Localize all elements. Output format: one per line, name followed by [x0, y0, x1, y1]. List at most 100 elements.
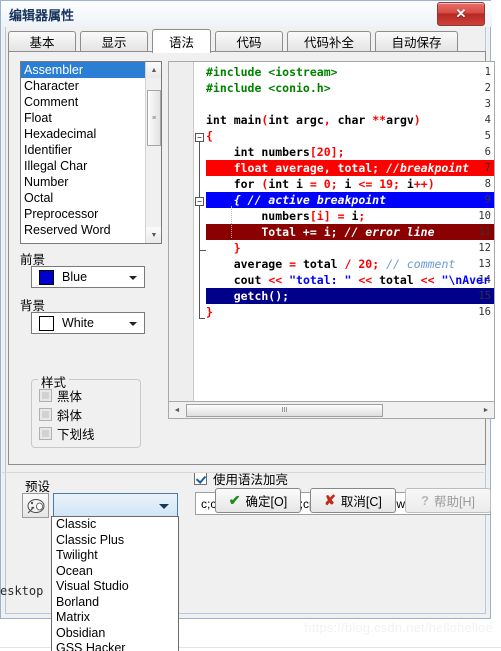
help-button[interactable]: ? 帮助[H] [405, 488, 491, 513]
close-button[interactable]: ✕ [437, 2, 485, 26]
attr-item-reserved-word[interactable]: Reserved Word [21, 222, 161, 238]
line-number: 16 [478, 306, 491, 318]
code-line-15: getch(); [206, 289, 290, 303]
preset-option-classic[interactable]: Classic [52, 517, 178, 533]
tab-display[interactable]: 显示 [80, 31, 148, 51]
checkbox-bold[interactable]: 黑体 [39, 386, 82, 405]
line-number: 6 [484, 146, 491, 158]
cross-icon: ✘ [324, 492, 336, 508]
foreground-combo[interactable]: Blue [31, 266, 145, 288]
ok-button[interactable]: ✔ 确定[O] [215, 488, 301, 513]
checkbox-label: 斜体 [57, 409, 83, 423]
attribute-list-scrollbar[interactable]: ▲ ≡ ▼ [145, 62, 161, 243]
cancel-button[interactable]: ✘ 取消[C] [310, 488, 396, 513]
checkbox-label: 下划线 [57, 428, 95, 442]
code-line-1: #include <iostream> [206, 65, 338, 79]
checkbox-italic[interactable]: 斜体 [39, 405, 82, 424]
tab-label: 基本 [29, 36, 55, 50]
editor-horizontal-scrollbar[interactable]: ◄ III ► [168, 402, 495, 419]
desktop-text: esktop [0, 584, 44, 598]
dialog-button-bar: ✔ 确定[O] ✘ 取消[C] ? 帮助[H] [2, 472, 491, 515]
tab-strip: 基本 显示 语法 代码 代码补全 自动保存 [8, 29, 486, 53]
attribute-list[interactable]: Assembler Character Comment Float Hexade… [20, 61, 162, 244]
watermark: https://blog.csdn.net/hellohelloe [304, 620, 493, 635]
checkbox-label: 黑体 [57, 390, 83, 404]
background-color-swatch [39, 315, 54, 331]
scroll-down-arrow-icon[interactable]: ▼ [146, 227, 161, 243]
scroll-up-arrow-icon[interactable]: ▲ [146, 62, 161, 78]
code-line-4: int main(int argc, char **argv) [206, 113, 421, 127]
line-number: 3 [484, 98, 491, 110]
tab-label: 自动保存 [391, 36, 442, 50]
line-number: 5 [484, 130, 491, 142]
background-combo[interactable]: White [31, 312, 145, 334]
attr-item-float[interactable]: Float [21, 110, 161, 126]
attr-item-identifier[interactable]: Identifier [21, 142, 161, 158]
foreground-value: Blue [62, 270, 88, 284]
checkbox-underline[interactable]: 下划线 [39, 424, 95, 443]
preset-option-twilight[interactable]: Twilight [52, 548, 178, 564]
checkbox-icon [39, 389, 52, 402]
line-number: 2 [484, 82, 491, 94]
scroll-left-arrow-icon[interactable]: ◄ [169, 403, 185, 418]
fold-guide [199, 142, 200, 318]
code-line-10: numbers[i] = i; [206, 209, 366, 223]
cancel-button-label: 取消[C] [340, 495, 382, 509]
tab-autocomplete[interactable]: 代码补全 [287, 31, 371, 51]
fold-column [194, 62, 206, 401]
question-icon: ? [421, 493, 429, 508]
line-number: 12 [478, 242, 491, 254]
preset-option-obsidian[interactable]: Obsidian [52, 626, 178, 642]
attr-item-number[interactable]: Number [21, 174, 161, 190]
code-line-11: Total += i; // error line [206, 225, 435, 239]
code-line-7: float average, total; //breakpoint [206, 161, 470, 175]
check-icon: ✔ [228, 492, 241, 508]
title-bar: 编辑器属性 ✕ [1, 1, 492, 27]
line-number-gutter [169, 62, 194, 401]
code-line-2: #include <conio.h> [206, 81, 331, 95]
preset-option-classic-plus[interactable]: Classic Plus [52, 533, 178, 549]
attr-item-illegal-char[interactable]: Illegal Char [21, 158, 161, 174]
code-line-12: } [206, 241, 241, 255]
tab-code[interactable]: 代码 [215, 31, 283, 51]
syntax-tab-page: Assembler Character Comment Float Hexade… [8, 51, 495, 651]
scroll-thumb[interactable]: III [186, 403, 383, 417]
preset-option-borland[interactable]: Borland [52, 595, 178, 611]
attr-item-assembler[interactable]: Assembler [21, 62, 148, 78]
fold-box-line9[interactable]: − [195, 197, 204, 206]
tab-label: 显示 [101, 36, 127, 50]
scroll-track[interactable]: III [185, 403, 478, 418]
checkbox-icon [39, 427, 52, 440]
attr-item-preprocessor[interactable]: Preprocessor [21, 206, 161, 222]
code-line-16: } [206, 305, 213, 319]
attr-item-hexadecimal[interactable]: Hexadecimal [21, 126, 161, 142]
background-value: White [62, 316, 94, 330]
tab-basic[interactable]: 基本 [8, 31, 76, 51]
fold-box-line5[interactable]: − [195, 133, 204, 142]
line-number: 8 [484, 178, 491, 190]
line-number: 13 [478, 258, 491, 270]
code-line-14: cout << "total: " << total << "\nAver [206, 273, 490, 287]
attr-item-comment[interactable]: Comment [21, 94, 161, 110]
attr-item-character[interactable]: Character [21, 78, 161, 94]
preset-option-visual-studio[interactable]: Visual Studio [52, 579, 178, 595]
code-preview-editor[interactable]: 1 2 3 4 5 6 7 8 9 10 11 12 13 14 15 16 − [168, 61, 495, 402]
preset-option-matrix[interactable]: Matrix [52, 610, 178, 626]
foreground-color-swatch [39, 269, 54, 285]
preset-option-ocean[interactable]: Ocean [52, 564, 178, 580]
scroll-right-arrow-icon[interactable]: ► [478, 403, 494, 418]
preset-dropdown-list[interactable]: Classic Classic Plus Twilight Ocean Visu… [51, 516, 179, 651]
tab-syntax[interactable]: 语法 [152, 29, 211, 53]
tab-label: 代码 [236, 36, 262, 50]
editor-properties-dialog: 编辑器属性 ✕ 基本 显示 语法 代码 代码补全 自动保存 Assembler … [0, 0, 495, 651]
close-icon: ✕ [455, 6, 467, 21]
preset-option-gss-hacker[interactable]: GSS Hacker [52, 641, 178, 651]
tab-autosave[interactable]: 自动保存 [375, 31, 458, 51]
tab-label: 语法 [168, 36, 194, 50]
line-number: 9 [484, 194, 491, 206]
chevron-down-icon [129, 276, 137, 280]
code-line-8: for (int i = 0; i <= 19; i++) [206, 177, 435, 191]
scroll-thumb[interactable]: ≡ [147, 90, 161, 146]
attr-item-octal[interactable]: Octal [21, 190, 161, 206]
code-line-9: { // active breakpoint [206, 193, 387, 207]
